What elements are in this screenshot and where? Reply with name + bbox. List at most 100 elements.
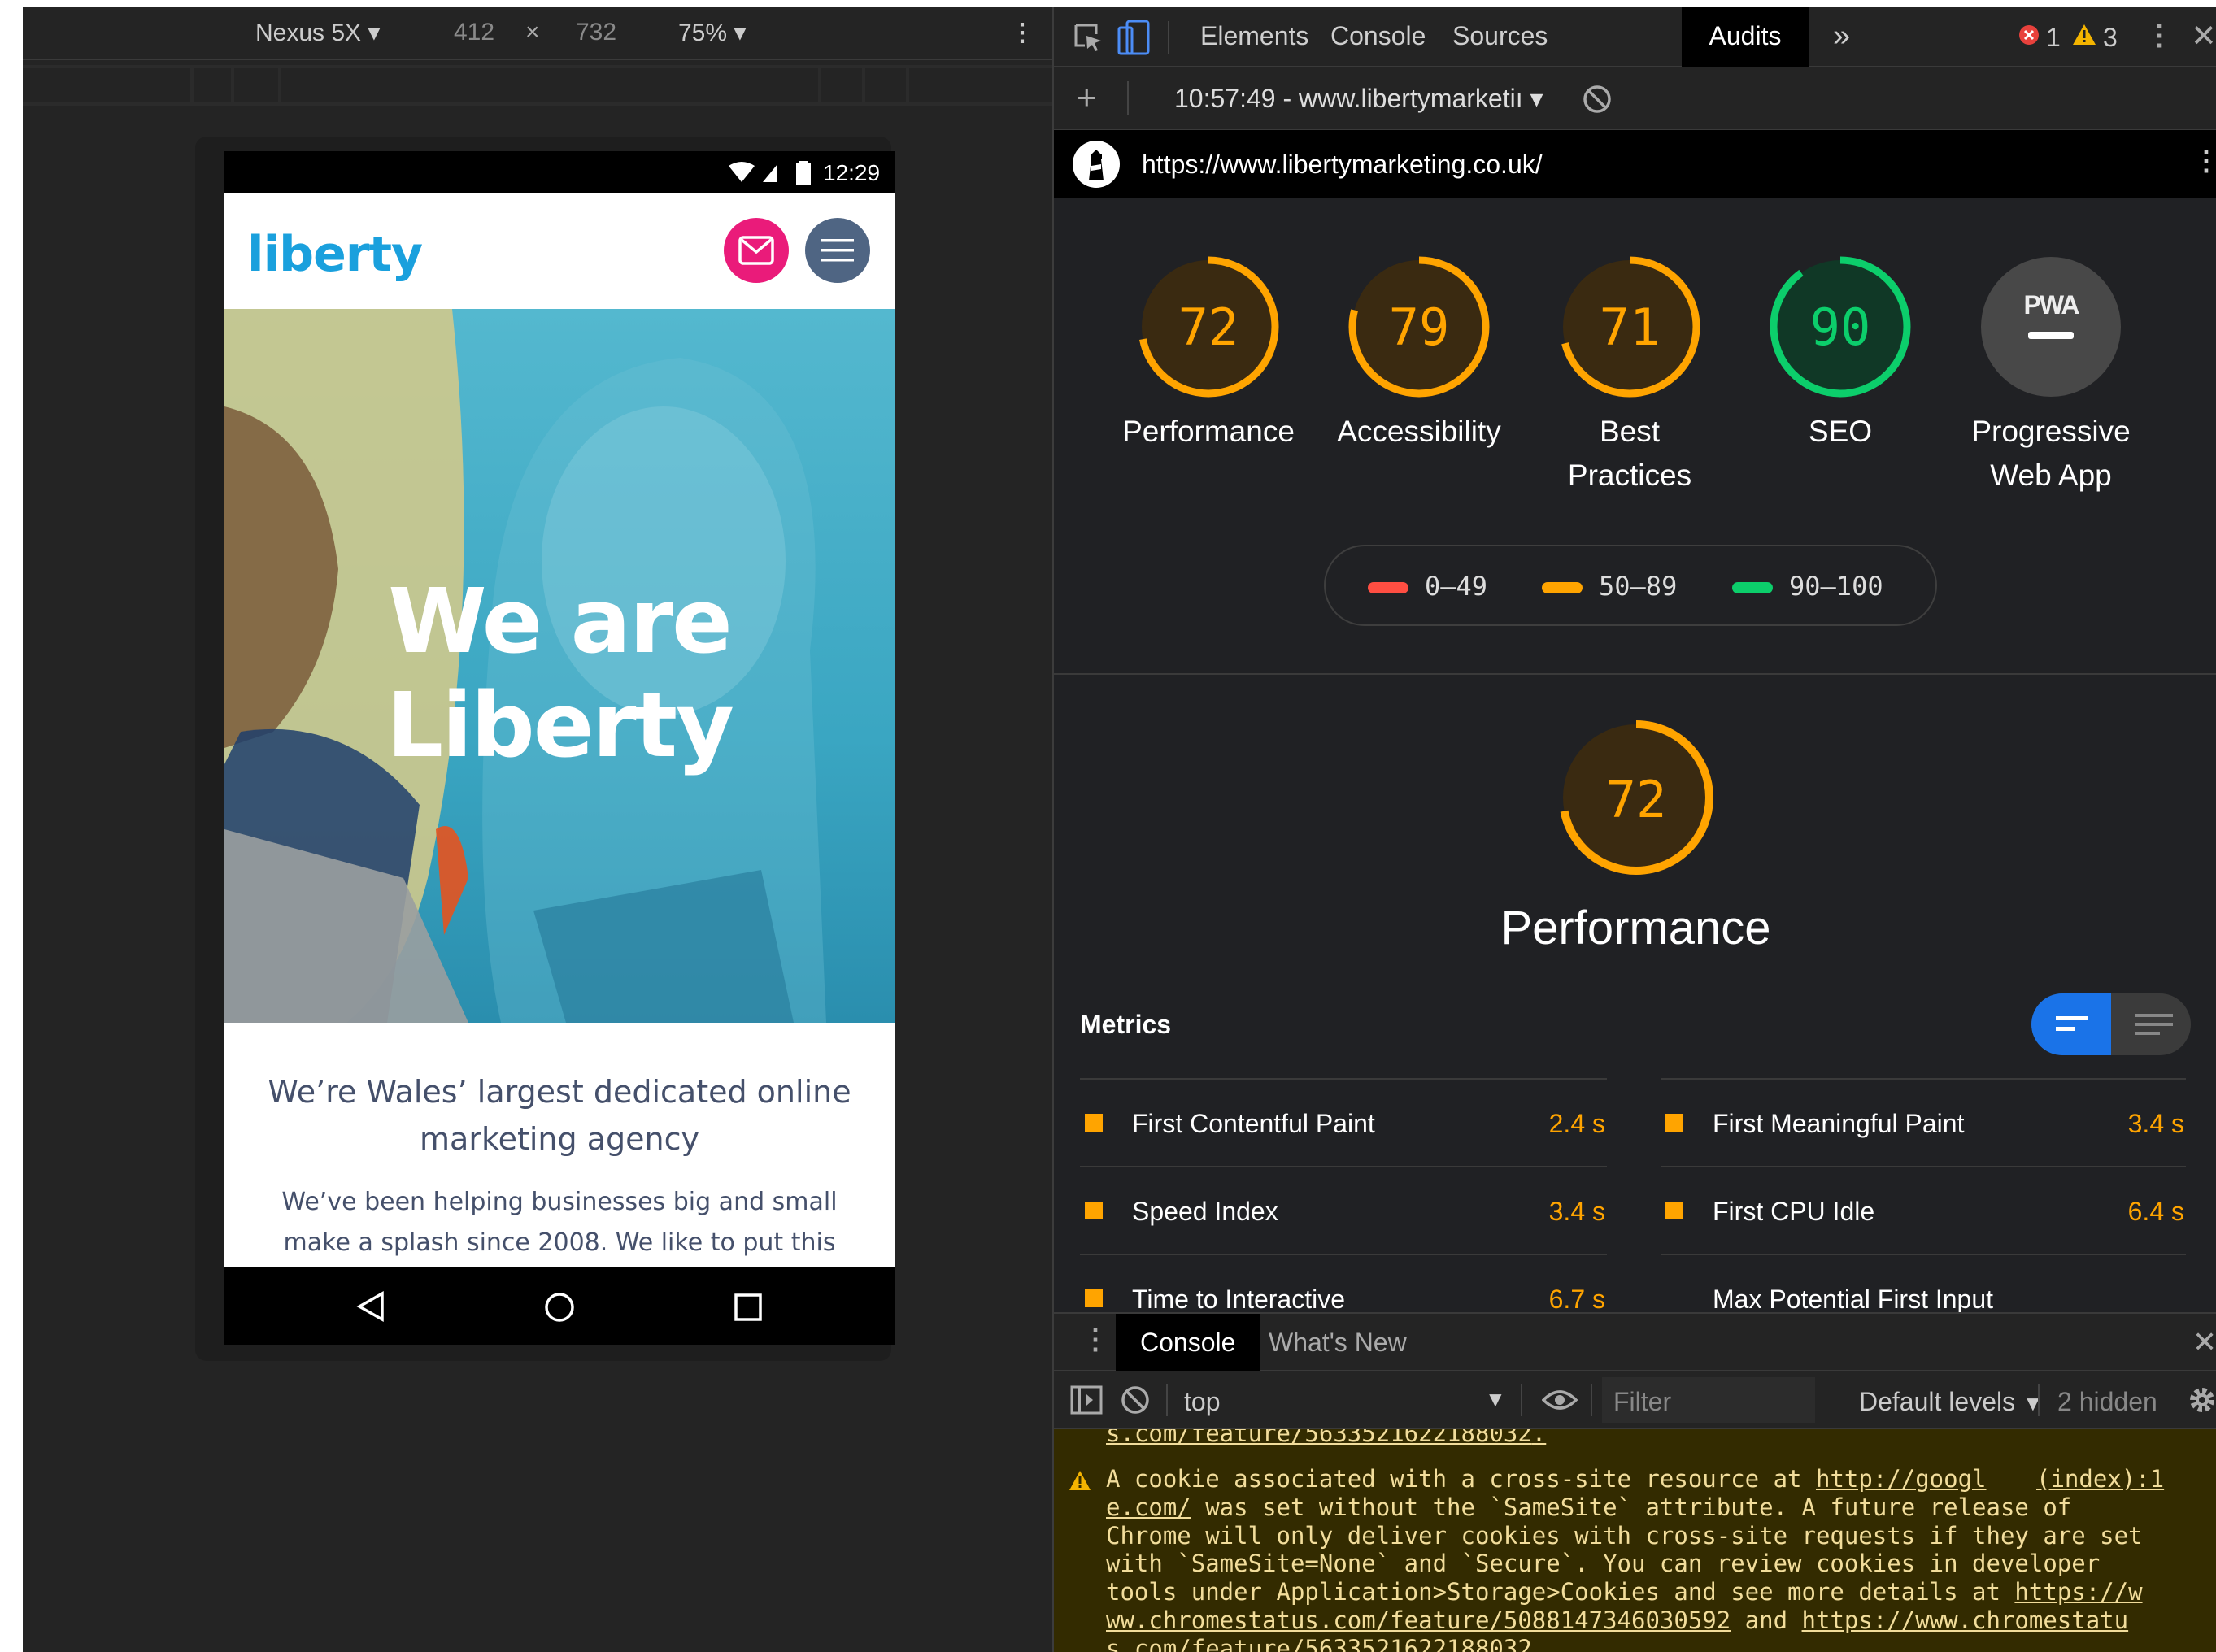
- console-text: Chrome will only deliver cookies with cr…: [1106, 1521, 2143, 1550]
- devtools-menu-icon[interactable]: ⋮: [2145, 20, 2173, 52]
- console-link[interactable]: s.com/feature/5633521622188032.: [1106, 1429, 1546, 1448]
- more-tabs-icon[interactable]: »: [1809, 7, 1874, 67]
- gauge-pwa[interactable]: PWA Progressive Web App: [1946, 255, 2156, 498]
- media-query-segment[interactable]: [23, 68, 190, 102]
- error-count[interactable]: 1: [2046, 23, 2061, 53]
- close-drawer-icon[interactable]: ✕: [2192, 1325, 2216, 1359]
- live-expression-icon[interactable]: [1542, 1389, 1578, 1411]
- drawer-tab-whats-new[interactable]: What's New: [1244, 1314, 1431, 1371]
- device-toolbar-icon[interactable]: [1117, 20, 1150, 55]
- report-select[interactable]: 10:57:49 - www.libertymarketiı ▾: [1174, 83, 1543, 114]
- device-height-input[interactable]: 732: [576, 19, 616, 46]
- console-link[interactable]: https://www.chromestatu: [1802, 1606, 2129, 1634]
- more-options-icon[interactable]: ⋮: [1010, 19, 1034, 47]
- report-url[interactable]: https://www.libertymarketing.co.uk/: [1142, 150, 1543, 180]
- intro-body: We’ve been helping businesses big and sm…: [281, 1188, 838, 1257]
- media-query-segment[interactable]: [909, 68, 1052, 102]
- devtools-panel: Elements Console Sources Audits » 1 3 ⋮ …: [1052, 7, 2216, 1652]
- metric-name: First Contentful Paint: [1132, 1109, 1375, 1138]
- media-query-segment[interactable]: [194, 68, 231, 102]
- metric-first-meaningful-paint[interactable]: First Meaningful Paint 3.4 s: [1661, 1078, 2186, 1166]
- inspect-element-icon[interactable]: [1073, 23, 1103, 52]
- dropdown-arrow-icon: ▼: [2022, 1391, 2044, 1415]
- filter-input[interactable]: Filter: [1602, 1377, 1815, 1423]
- console-drawer: ⋮ Console What's New ✕ top ▼ Filter Defa…: [1054, 1312, 2216, 1652]
- close-devtools-icon[interactable]: ✕: [2191, 18, 2216, 54]
- gauge-label: Best: [1599, 415, 1661, 448]
- contact-button[interactable]: [724, 218, 789, 283]
- devtools-window: Nexus 5X ▾ 412 × 732 75% ▾ ⋮ 12:29 liber…: [23, 7, 2216, 1652]
- wifi-signal-icon: [729, 162, 777, 182]
- console-text: A cookie associated with a cross-site re…: [1106, 1465, 1816, 1493]
- zoom-select[interactable]: 75% ▾: [678, 19, 746, 47]
- divider: [1054, 673, 2216, 675]
- metrics-view-toggle[interactable]: [2031, 993, 2191, 1055]
- media-query-segment[interactable]: [821, 68, 862, 102]
- metric-first-contentful-paint[interactable]: First Contentful Paint 2.4 s: [1080, 1078, 1607, 1166]
- legend-color: [1732, 582, 1773, 593]
- gauge-label: Performance: [1122, 415, 1295, 448]
- gauge-seo[interactable]: 90 SEO: [1735, 255, 1945, 454]
- log-levels-select[interactable]: Default levels ▼: [1859, 1387, 2044, 1417]
- home-icon[interactable]: [543, 1291, 576, 1324]
- report-menu-icon[interactable]: ⋮: [2192, 145, 2216, 177]
- console-link[interactable]: e.com/: [1106, 1493, 1191, 1521]
- console-sidebar-icon[interactable]: [1070, 1385, 1103, 1415]
- clear-reports-icon[interactable]: [1583, 85, 1612, 114]
- hero-title: We are Liberty: [224, 569, 895, 777]
- gauge-label: Accessibility: [1337, 415, 1501, 448]
- context-select[interactable]: top: [1184, 1387, 1220, 1417]
- tab-sources[interactable]: Sources: [1428, 7, 1572, 67]
- gauge-score: 90: [1810, 298, 1871, 357]
- expanded-view-icon[interactable]: [2135, 1013, 2173, 1036]
- settings-gear-icon[interactable]: [2188, 1385, 2216, 1415]
- menu-button[interactable]: [805, 218, 870, 283]
- zoom-level: 75%: [678, 20, 728, 46]
- metric-speed-index[interactable]: Speed Index 3.4 s: [1080, 1166, 1607, 1254]
- console-link[interactable]: s.com/feature/5633521622188032: [1106, 1635, 1532, 1652]
- gauge-best-practices[interactable]: 71 Best Practices: [1525, 255, 1735, 498]
- dropdown-arrow-icon[interactable]: ▼: [1485, 1387, 1506, 1412]
- gauge-performance[interactable]: 72 Performance: [1104, 255, 1313, 454]
- liberty-logo[interactable]: liberty: [247, 226, 423, 283]
- warning-icon: [1069, 1471, 1091, 1490]
- recents-icon[interactable]: [734, 1293, 763, 1322]
- clear-console-icon[interactable]: [1121, 1385, 1150, 1415]
- media-query-segment[interactable]: [281, 68, 818, 102]
- metric-name: Max Potential First Input: [1713, 1285, 1994, 1312]
- hero-title-line: Liberty: [386, 673, 734, 777]
- log-levels-label: Default levels: [1859, 1387, 2016, 1416]
- metric-name: Time to Interactive: [1132, 1285, 1346, 1312]
- new-audit-icon[interactable]: +: [1077, 78, 1097, 117]
- media-query-segment[interactable]: [865, 68, 906, 102]
- status-time: 12:29: [823, 160, 881, 185]
- lighthouse-report: 72 Performance 79 Accessibility 71 Best …: [1054, 198, 2216, 1312]
- warning-count[interactable]: 3: [2103, 23, 2118, 53]
- legend-range: 0–49: [1425, 571, 1488, 602]
- back-icon[interactable]: [356, 1291, 385, 1322]
- metric-max-potential-fid[interactable]: Max Potential First Input: [1661, 1254, 2186, 1312]
- device-width-input[interactable]: 412: [454, 19, 494, 46]
- drawer-tab-console[interactable]: Console: [1116, 1314, 1260, 1371]
- console-link[interactable]: http://googl: [1816, 1465, 1987, 1493]
- media-query-segment[interactable]: [234, 68, 278, 102]
- metric-value: 2.4 s: [1548, 1109, 1605, 1138]
- lighthouse-icon: [1073, 141, 1120, 188]
- dropdown-arrow-icon: ▾: [734, 20, 747, 46]
- tab-audits[interactable]: Audits: [1682, 7, 1809, 67]
- drawer-menu-icon[interactable]: ⋮: [1082, 1324, 1109, 1356]
- message-source-link[interactable]: (index):1: [2028, 1465, 2165, 1493]
- gauge-accessibility[interactable]: 79 Accessibility: [1314, 255, 1524, 454]
- error-icon[interactable]: [2018, 24, 2040, 46]
- console-link[interactable]: https://w: [2014, 1578, 2142, 1606]
- metric-first-cpu-idle[interactable]: First CPU Idle 6.4 s: [1661, 1166, 2186, 1254]
- compact-view-button[interactable]: [2031, 993, 2111, 1055]
- device-select[interactable]: Nexus 5X ▾: [255, 19, 380, 47]
- gauge-score: 71: [1600, 298, 1661, 357]
- console-link[interactable]: ww.chromestatus.com/feature/508814734603…: [1106, 1606, 1731, 1634]
- warning-icon[interactable]: [2072, 23, 2096, 46]
- metric-value: 6.7 s: [1548, 1285, 1605, 1312]
- legend-range: 90–100: [1789, 571, 1883, 602]
- metric-time-to-interactive[interactable]: Time to Interactive 6.7 s: [1080, 1254, 1607, 1312]
- performance-summary: 72 Performance: [1054, 719, 2216, 952]
